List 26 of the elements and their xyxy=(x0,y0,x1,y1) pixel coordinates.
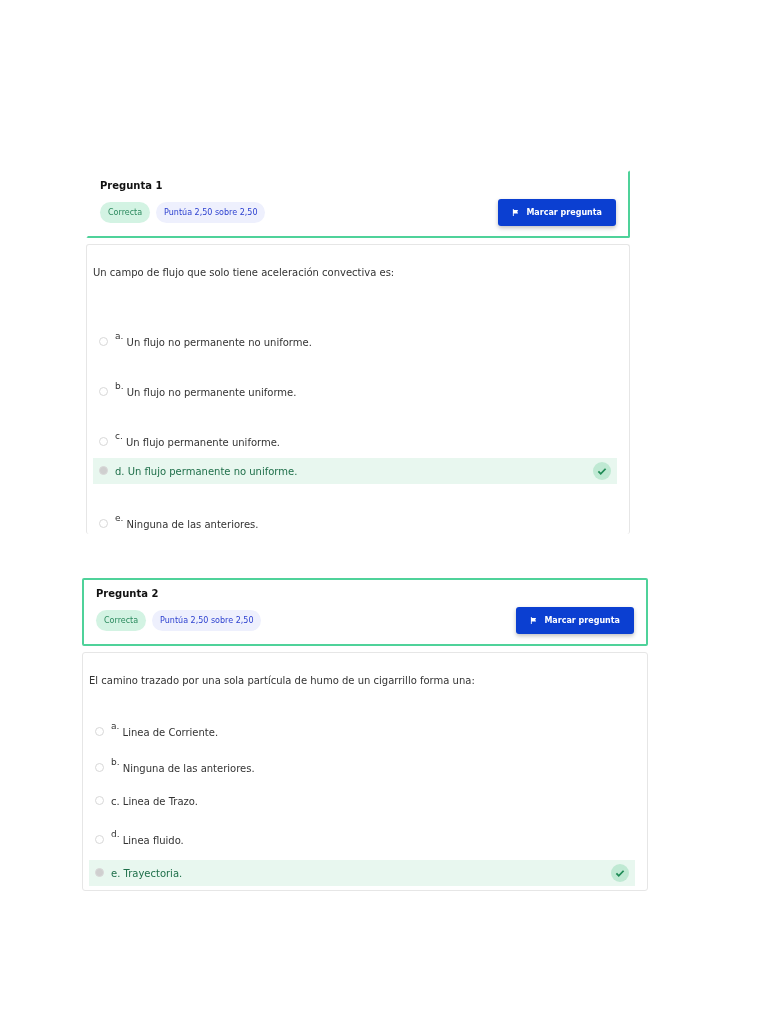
check-icon xyxy=(593,462,611,480)
answer-option[interactable]: $^{a.}$ Linea de Corriente. xyxy=(111,721,629,738)
question-title: Pregunta 2 xyxy=(96,588,160,599)
answer-option[interactable]: $^{b.}$ Ninguna de las anteriores. xyxy=(111,757,629,774)
flag-icon xyxy=(530,617,538,624)
question-text: El camino trazado por una sola partícula de humo de un cigarrillo forma una: xyxy=(89,675,476,686)
answer-option[interactable]: e. Trayectoria. xyxy=(111,867,604,879)
answer-option[interactable]: $^{d.}$ Linea fluido. xyxy=(111,829,629,846)
question-text: Un campo de flujo que solo tiene aceleración convectiva es: xyxy=(93,267,396,278)
flag-question-button[interactable]: Marcar pregunta xyxy=(498,199,616,226)
answer-option[interactable]: $^{e.}$ Ninguna de las anteriores. xyxy=(115,513,611,530)
score-badge: Puntúa 2,50 sobre 2,50 xyxy=(152,610,262,631)
question-title: Pregunta 1 xyxy=(100,180,164,191)
flag-question-button[interactable]: Marcar pregunta xyxy=(516,607,634,634)
answer-option[interactable]: $^{b.}$ Un flujo no permanente uniforme. xyxy=(115,381,611,398)
status-badge: Correcta xyxy=(96,610,147,631)
check-icon xyxy=(611,864,629,882)
radio-button[interactable] xyxy=(95,867,104,877)
answer-option[interactable]: $^{c.}$ Un flujo permanente uniforme. xyxy=(115,431,611,448)
answer-option[interactable]: c. Linea de Trazo. xyxy=(111,795,629,807)
flag-icon xyxy=(512,209,520,216)
answer-option[interactable]: d. Un flujo permanente no uniforme. xyxy=(115,465,586,477)
score-badge: Puntúa 2,50 sobre 2,50 xyxy=(156,202,266,223)
status-badge: Correcta xyxy=(100,202,151,223)
answer-option[interactable]: $^{a.}$ Un flujo no permanente no uniforme. xyxy=(115,331,611,348)
radio-button[interactable] xyxy=(99,465,108,475)
